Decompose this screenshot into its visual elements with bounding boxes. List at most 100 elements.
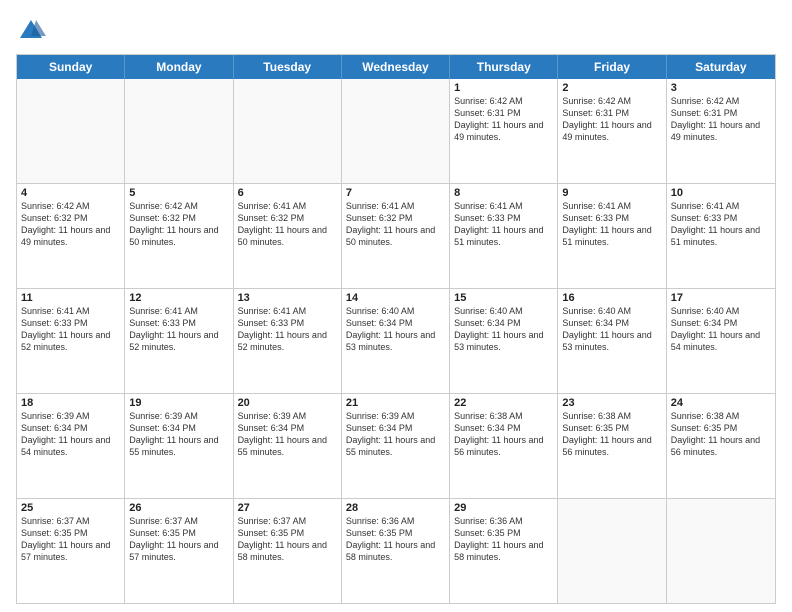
calendar-day-18: 18Sunrise: 6:39 AM Sunset: 6:34 PM Dayli… (17, 394, 125, 498)
day-info-text: Sunrise: 6:40 AM Sunset: 6:34 PM Dayligh… (346, 305, 445, 354)
calendar: SundayMondayTuesdayWednesdayThursdayFrid… (16, 54, 776, 604)
day-info-text: Sunrise: 6:39 AM Sunset: 6:34 PM Dayligh… (238, 410, 337, 459)
day-info-text: Sunrise: 6:38 AM Sunset: 6:35 PM Dayligh… (562, 410, 661, 459)
day-info-text: Sunrise: 6:37 AM Sunset: 6:35 PM Dayligh… (238, 515, 337, 564)
day-number: 1 (454, 82, 553, 94)
header (16, 16, 776, 46)
calendar-week-2: 4Sunrise: 6:42 AM Sunset: 6:32 PM Daylig… (17, 184, 775, 289)
day-header-wednesday: Wednesday (342, 55, 450, 79)
day-info-text: Sunrise: 6:42 AM Sunset: 6:31 PM Dayligh… (562, 95, 661, 144)
calendar-week-3: 11Sunrise: 6:41 AM Sunset: 6:33 PM Dayli… (17, 289, 775, 394)
day-info-text: Sunrise: 6:36 AM Sunset: 6:35 PM Dayligh… (454, 515, 553, 564)
day-number: 27 (238, 502, 337, 514)
day-number: 14 (346, 292, 445, 304)
calendar-empty-cell (234, 79, 342, 183)
day-info-text: Sunrise: 6:38 AM Sunset: 6:34 PM Dayligh… (454, 410, 553, 459)
day-info-text: Sunrise: 6:40 AM Sunset: 6:34 PM Dayligh… (562, 305, 661, 354)
calendar-week-4: 18Sunrise: 6:39 AM Sunset: 6:34 PM Dayli… (17, 394, 775, 499)
calendar-day-25: 25Sunrise: 6:37 AM Sunset: 6:35 PM Dayli… (17, 499, 125, 603)
day-number: 24 (671, 397, 771, 409)
day-info-text: Sunrise: 6:41 AM Sunset: 6:33 PM Dayligh… (454, 200, 553, 249)
calendar-day-13: 13Sunrise: 6:41 AM Sunset: 6:33 PM Dayli… (234, 289, 342, 393)
day-info-text: Sunrise: 6:39 AM Sunset: 6:34 PM Dayligh… (346, 410, 445, 459)
day-info-text: Sunrise: 6:38 AM Sunset: 6:35 PM Dayligh… (671, 410, 771, 459)
day-number: 5 (129, 187, 228, 199)
calendar-body: 1Sunrise: 6:42 AM Sunset: 6:31 PM Daylig… (17, 79, 775, 603)
day-info-text: Sunrise: 6:41 AM Sunset: 6:33 PM Dayligh… (671, 200, 771, 249)
calendar-empty-cell (125, 79, 233, 183)
day-number: 10 (671, 187, 771, 199)
day-info-text: Sunrise: 6:42 AM Sunset: 6:32 PM Dayligh… (21, 200, 120, 249)
day-number: 15 (454, 292, 553, 304)
day-info-text: Sunrise: 6:41 AM Sunset: 6:32 PM Dayligh… (238, 200, 337, 249)
calendar-header-row: SundayMondayTuesdayWednesdayThursdayFrid… (17, 55, 775, 79)
day-info-text: Sunrise: 6:36 AM Sunset: 6:35 PM Dayligh… (346, 515, 445, 564)
day-header-thursday: Thursday (450, 55, 558, 79)
calendar-empty-cell (558, 499, 666, 603)
day-number: 2 (562, 82, 661, 94)
day-header-tuesday: Tuesday (234, 55, 342, 79)
calendar-day-11: 11Sunrise: 6:41 AM Sunset: 6:33 PM Dayli… (17, 289, 125, 393)
day-number: 29 (454, 502, 553, 514)
day-number: 20 (238, 397, 337, 409)
day-info-text: Sunrise: 6:41 AM Sunset: 6:33 PM Dayligh… (129, 305, 228, 354)
calendar-day-20: 20Sunrise: 6:39 AM Sunset: 6:34 PM Dayli… (234, 394, 342, 498)
calendar-day-6: 6Sunrise: 6:41 AM Sunset: 6:32 PM Daylig… (234, 184, 342, 288)
day-number: 11 (21, 292, 120, 304)
day-header-friday: Friday (558, 55, 666, 79)
calendar-day-4: 4Sunrise: 6:42 AM Sunset: 6:32 PM Daylig… (17, 184, 125, 288)
calendar-day-26: 26Sunrise: 6:37 AM Sunset: 6:35 PM Dayli… (125, 499, 233, 603)
day-info-text: Sunrise: 6:37 AM Sunset: 6:35 PM Dayligh… (21, 515, 120, 564)
day-number: 25 (21, 502, 120, 514)
day-info-text: Sunrise: 6:39 AM Sunset: 6:34 PM Dayligh… (129, 410, 228, 459)
day-number: 19 (129, 397, 228, 409)
page: SundayMondayTuesdayWednesdayThursdayFrid… (0, 0, 792, 612)
calendar-day-27: 27Sunrise: 6:37 AM Sunset: 6:35 PM Dayli… (234, 499, 342, 603)
day-number: 28 (346, 502, 445, 514)
day-info-text: Sunrise: 6:37 AM Sunset: 6:35 PM Dayligh… (129, 515, 228, 564)
calendar-day-14: 14Sunrise: 6:40 AM Sunset: 6:34 PM Dayli… (342, 289, 450, 393)
day-info-text: Sunrise: 6:41 AM Sunset: 6:33 PM Dayligh… (562, 200, 661, 249)
calendar-empty-cell (667, 499, 775, 603)
calendar-day-3: 3Sunrise: 6:42 AM Sunset: 6:31 PM Daylig… (667, 79, 775, 183)
calendar-day-10: 10Sunrise: 6:41 AM Sunset: 6:33 PM Dayli… (667, 184, 775, 288)
calendar-day-15: 15Sunrise: 6:40 AM Sunset: 6:34 PM Dayli… (450, 289, 558, 393)
day-number: 22 (454, 397, 553, 409)
day-header-monday: Monday (125, 55, 233, 79)
day-header-sunday: Sunday (17, 55, 125, 79)
calendar-empty-cell (17, 79, 125, 183)
calendar-day-2: 2Sunrise: 6:42 AM Sunset: 6:31 PM Daylig… (558, 79, 666, 183)
day-header-saturday: Saturday (667, 55, 775, 79)
day-number: 23 (562, 397, 661, 409)
day-number: 4 (21, 187, 120, 199)
day-number: 7 (346, 187, 445, 199)
day-number: 6 (238, 187, 337, 199)
calendar-day-22: 22Sunrise: 6:38 AM Sunset: 6:34 PM Dayli… (450, 394, 558, 498)
calendar-day-28: 28Sunrise: 6:36 AM Sunset: 6:35 PM Dayli… (342, 499, 450, 603)
calendar-day-5: 5Sunrise: 6:42 AM Sunset: 6:32 PM Daylig… (125, 184, 233, 288)
day-info-text: Sunrise: 6:42 AM Sunset: 6:31 PM Dayligh… (454, 95, 553, 144)
calendar-day-17: 17Sunrise: 6:40 AM Sunset: 6:34 PM Dayli… (667, 289, 775, 393)
calendar-day-21: 21Sunrise: 6:39 AM Sunset: 6:34 PM Dayli… (342, 394, 450, 498)
calendar-day-8: 8Sunrise: 6:41 AM Sunset: 6:33 PM Daylig… (450, 184, 558, 288)
calendar-day-7: 7Sunrise: 6:41 AM Sunset: 6:32 PM Daylig… (342, 184, 450, 288)
calendar-week-1: 1Sunrise: 6:42 AM Sunset: 6:31 PM Daylig… (17, 79, 775, 184)
calendar-day-23: 23Sunrise: 6:38 AM Sunset: 6:35 PM Dayli… (558, 394, 666, 498)
day-info-text: Sunrise: 6:40 AM Sunset: 6:34 PM Dayligh… (671, 305, 771, 354)
calendar-day-12: 12Sunrise: 6:41 AM Sunset: 6:33 PM Dayli… (125, 289, 233, 393)
day-info-text: Sunrise: 6:42 AM Sunset: 6:32 PM Dayligh… (129, 200, 228, 249)
day-number: 12 (129, 292, 228, 304)
day-number: 13 (238, 292, 337, 304)
calendar-day-16: 16Sunrise: 6:40 AM Sunset: 6:34 PM Dayli… (558, 289, 666, 393)
calendar-day-29: 29Sunrise: 6:36 AM Sunset: 6:35 PM Dayli… (450, 499, 558, 603)
day-info-text: Sunrise: 6:41 AM Sunset: 6:33 PM Dayligh… (21, 305, 120, 354)
day-info-text: Sunrise: 6:41 AM Sunset: 6:32 PM Dayligh… (346, 200, 445, 249)
day-number: 8 (454, 187, 553, 199)
day-number: 3 (671, 82, 771, 94)
day-number: 21 (346, 397, 445, 409)
day-info-text: Sunrise: 6:40 AM Sunset: 6:34 PM Dayligh… (454, 305, 553, 354)
calendar-day-19: 19Sunrise: 6:39 AM Sunset: 6:34 PM Dayli… (125, 394, 233, 498)
calendar-day-1: 1Sunrise: 6:42 AM Sunset: 6:31 PM Daylig… (450, 79, 558, 183)
day-number: 17 (671, 292, 771, 304)
day-info-text: Sunrise: 6:39 AM Sunset: 6:34 PM Dayligh… (21, 410, 120, 459)
